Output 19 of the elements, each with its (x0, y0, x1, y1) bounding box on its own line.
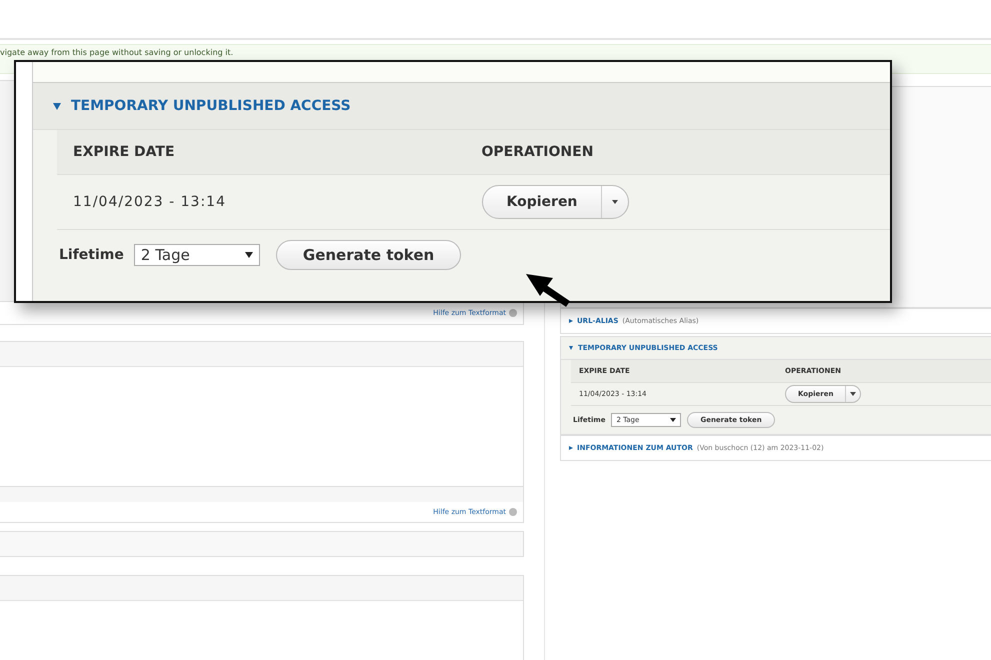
column-header: OPERATIONEN (482, 144, 594, 160)
text-area[interactable] (0, 575, 524, 660)
caret-icon (244, 252, 253, 258)
generate-token-button[interactable]: Generate token (276, 240, 462, 270)
text-area[interactable] (0, 341, 524, 487)
input-field[interactable] (0, 531, 524, 557)
caret-icon (612, 200, 618, 204)
caret-icon (670, 418, 676, 422)
help-icon (509, 508, 517, 516)
column-header: EXPIRE DATE (73, 144, 176, 160)
operations-dropbutton[interactable]: Kopieren (482, 185, 630, 219)
message-text: vigate away from this page without saving or unlocking it. (0, 47, 234, 57)
arrow (526, 274, 570, 307)
section-title[interactable]: TEMPORARY UNPUBLISHED ACCESS (71, 98, 351, 114)
lifetime-select[interactable]: 2 Tage (134, 244, 260, 266)
caret-icon (850, 392, 856, 396)
table-cell-text: 11/04/2023 - 13:14 (73, 194, 227, 210)
field-label: Lifetime (59, 247, 124, 263)
help-icon (509, 309, 517, 317)
